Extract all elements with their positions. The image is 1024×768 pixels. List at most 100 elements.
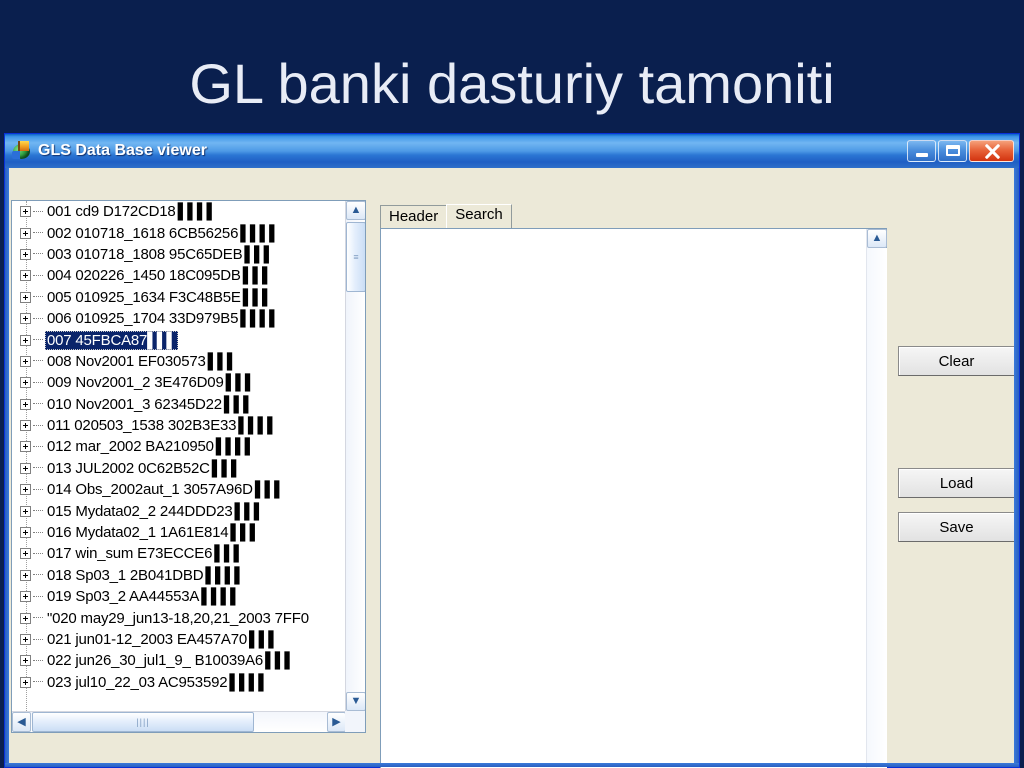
tree-row-label: 019 Sp03_2 AA44553A — [47, 588, 200, 606]
tree-row-bars: ▌▌▌ — [234, 502, 265, 520]
tree-row-label: 016 Mydata02_1 1A61E814 — [47, 524, 229, 542]
expand-plus-icon[interactable] — [20, 612, 31, 624]
tree-row[interactable]: "020 may29_jun13-18,20,21_2003 7FF0 — [12, 607, 346, 628]
close-button[interactable] — [969, 140, 1014, 162]
expand-plus-icon[interactable] — [20, 206, 31, 218]
scroll-right-icon[interactable]: ▶ — [327, 712, 346, 732]
tree-connector-icon — [33, 488, 43, 491]
expand-plus-icon[interactable] — [20, 634, 31, 645]
tree-row[interactable]: 005 010925_1634 F3C48B5E ▌▌▌ — [12, 287, 346, 308]
tree-vertical-scrollbar[interactable]: ▲ ≡ ▼ — [345, 201, 365, 711]
tree-row[interactable]: 013 JUL2002 0C62B52C ▌▌▌ — [12, 458, 346, 479]
tree-row-bars: ▌▌▌▌ — [201, 588, 241, 606]
tree-row-bars: ▌▌▌ — [207, 352, 238, 370]
window-title: GLS Data Base viewer — [38, 142, 207, 159]
save-button[interactable]: Save — [898, 512, 1015, 542]
clear-button[interactable]: Clear — [898, 346, 1015, 376]
window-left-border — [5, 168, 9, 767]
expand-plus-icon[interactable] — [20, 676, 31, 688]
expand-plus-icon[interactable] — [20, 462, 31, 474]
tree-row-label: "020 may29_jun13-18,20,21_2003 7FF0 — [47, 609, 309, 627]
load-button[interactable]: Load — [898, 468, 1015, 498]
tree-row-label: 017 win_sum E73ECCE6 — [47, 545, 213, 563]
expand-plus-icon[interactable] — [20, 569, 31, 581]
tree-row[interactable]: 017 win_sum E73ECCE6 ▌▌▌ — [12, 543, 346, 564]
tree-row[interactable]: 018 Sp03_1 2B041DBD ▌▌▌▌ — [12, 565, 346, 586]
tree-row[interactable]: 009 Nov2001_2 3E476D09 ▌▌▌ — [12, 372, 346, 393]
tree-row-label: 012 mar_2002 BA210950 — [47, 438, 214, 456]
minimize-button[interactable] — [907, 140, 936, 162]
tree-row[interactable]: 008 Nov2001 EF030573 ▌▌▌ — [12, 351, 346, 372]
tree-row[interactable]: 004 020226_1450 18C095DB ▌▌▌ — [12, 265, 346, 286]
expand-plus-icon[interactable] — [20, 313, 31, 325]
tree-vscroll-thumb[interactable]: ≡ — [346, 222, 365, 292]
tree-row[interactable]: 016 Mydata02_1 1A61E814 ▌▌▌ — [12, 522, 346, 543]
expand-plus-icon[interactable] — [20, 291, 31, 303]
tree-connector-icon — [33, 360, 43, 362]
window-controls — [907, 140, 1019, 162]
expand-plus-icon[interactable] — [20, 248, 31, 260]
tree-connector-icon — [33, 317, 43, 320]
scroll-grip-h-icon: |||| — [136, 717, 150, 727]
tree-row-bars: ▌▌▌▌ — [240, 224, 280, 242]
expand-plus-icon[interactable] — [20, 377, 31, 389]
editor-scroll-up-icon[interactable]: ▲ — [867, 229, 887, 248]
scroll-left-icon[interactable]: ◀ — [12, 712, 31, 732]
tree-connector-icon — [33, 381, 43, 384]
tree-row-bars: ▌▌▌ — [242, 267, 273, 285]
tree-row-label: 005 010925_1634 F3C48B5E — [47, 288, 241, 306]
tree-row-bars: ▌▌▌ — [214, 545, 244, 563]
expand-plus-icon[interactable] — [20, 270, 31, 282]
expand-plus-icon[interactable] — [20, 398, 31, 410]
expand-plus-icon[interactable] — [20, 227, 31, 239]
expand-plus-icon[interactable] — [20, 505, 31, 517]
expand-plus-icon[interactable] — [20, 334, 31, 346]
tree-row[interactable]: 003 010718_1808 95C65DEB ▌▌▌ — [12, 244, 346, 265]
tree-connector-icon — [33, 595, 43, 598]
tree-row-bars: ▌▌▌ — [223, 395, 254, 413]
maximize-button[interactable] — [938, 140, 967, 162]
tree-row[interactable]: 014 Obs_2002aut_1 3057A96D ▌▌▌ — [12, 479, 346, 500]
tree-row[interactable]: 022 jun26_30_jul1_9_ B10039A6 ▌▌▌ — [12, 650, 346, 671]
tree-row-label: 003 010718_1808 95C65DEB — [47, 245, 243, 263]
tree-row[interactable]: 019 Sp03_2 AA44553A ▌▌▌▌ — [12, 586, 346, 607]
tree-row[interactable]: 010 Nov2001_3 62345D22 ▌▌▌ — [12, 394, 346, 415]
expand-plus-icon[interactable] — [20, 355, 31, 367]
expand-plus-icon[interactable] — [20, 655, 31, 667]
window-client-area: 001 cd9 D172CD18 ▌▌▌▌ 002 010718_1618 6CB5… — [5, 168, 1019, 768]
tree-row-bars: ▌▌▌ — [254, 481, 285, 499]
tree-row[interactable]: 002 010718_1618 6CB56256 ▌▌▌▌ — [12, 222, 346, 243]
results-textarea[interactable]: ▲ ▼ — [380, 228, 887, 768]
tree-row-label: 014 Obs_2002aut_1 3057A96D — [47, 481, 253, 499]
scroll-down-icon[interactable]: ▼ — [346, 692, 365, 711]
tree-row-label: 011 020503_1538 302B3E33 — [47, 417, 237, 435]
scroll-up-icon[interactable]: ▲ — [346, 201, 365, 220]
tree-connector-icon — [33, 274, 43, 277]
expand-plus-icon[interactable] — [20, 420, 31, 432]
expand-plus-icon[interactable] — [20, 548, 31, 560]
tree-row[interactable]: 023 jul10_22_03 AC953592 ▌▌▌▌ — [12, 672, 346, 693]
tree-row-label: 015 Mydata02_2 244DDD23 — [47, 502, 233, 520]
cdrom-tree-list[interactable]: 001 cd9 D172CD18 ▌▌▌▌ 002 010718_1618 6CB5… — [12, 201, 346, 711]
tree-row[interactable]: 007 45FBCA87▌▌▌ — [12, 329, 346, 350]
tree-row[interactable]: 021 jun01-12_2003 EA457A70 ▌▌▌ — [12, 629, 346, 650]
tree-row[interactable]: 012 mar_2002 BA210950 ▌▌▌▌ — [12, 436, 346, 457]
editor-vertical-scrollbar[interactable]: ▲ ▼ — [866, 229, 887, 768]
tree-row[interactable]: 006 010925_1704 33D979B5 ▌▌▌▌ — [12, 308, 346, 329]
tree-row[interactable]: 011 020503_1538 302B3E33 ▌▌▌▌ — [12, 415, 346, 436]
tree-connector-icon — [33, 339, 43, 341]
expand-plus-icon[interactable] — [20, 441, 31, 453]
scroll-grip-icon: ≡ — [353, 251, 359, 262]
tree-horizontal-scrollbar[interactable]: ◀ |||| ▶ — [12, 711, 346, 732]
tab-header[interactable]: Header — [380, 205, 448, 228]
tab-search[interactable]: Search — [446, 204, 512, 228]
tree-hscroll-thumb[interactable]: |||| — [32, 712, 254, 732]
tree-row[interactable]: 015 Mydata02_2 244DDD23 ▌▌▌ — [12, 500, 346, 521]
expand-plus-icon[interactable] — [20, 484, 31, 496]
tree-connector-icon — [33, 510, 43, 512]
tree-connector-icon — [33, 467, 43, 469]
expand-plus-icon[interactable] — [20, 591, 31, 603]
tree-connector-icon — [33, 617, 43, 619]
tree-row[interactable]: 001 cd9 D172CD18 ▌▌▌▌ — [12, 201, 346, 222]
expand-plus-icon[interactable] — [20, 527, 31, 539]
